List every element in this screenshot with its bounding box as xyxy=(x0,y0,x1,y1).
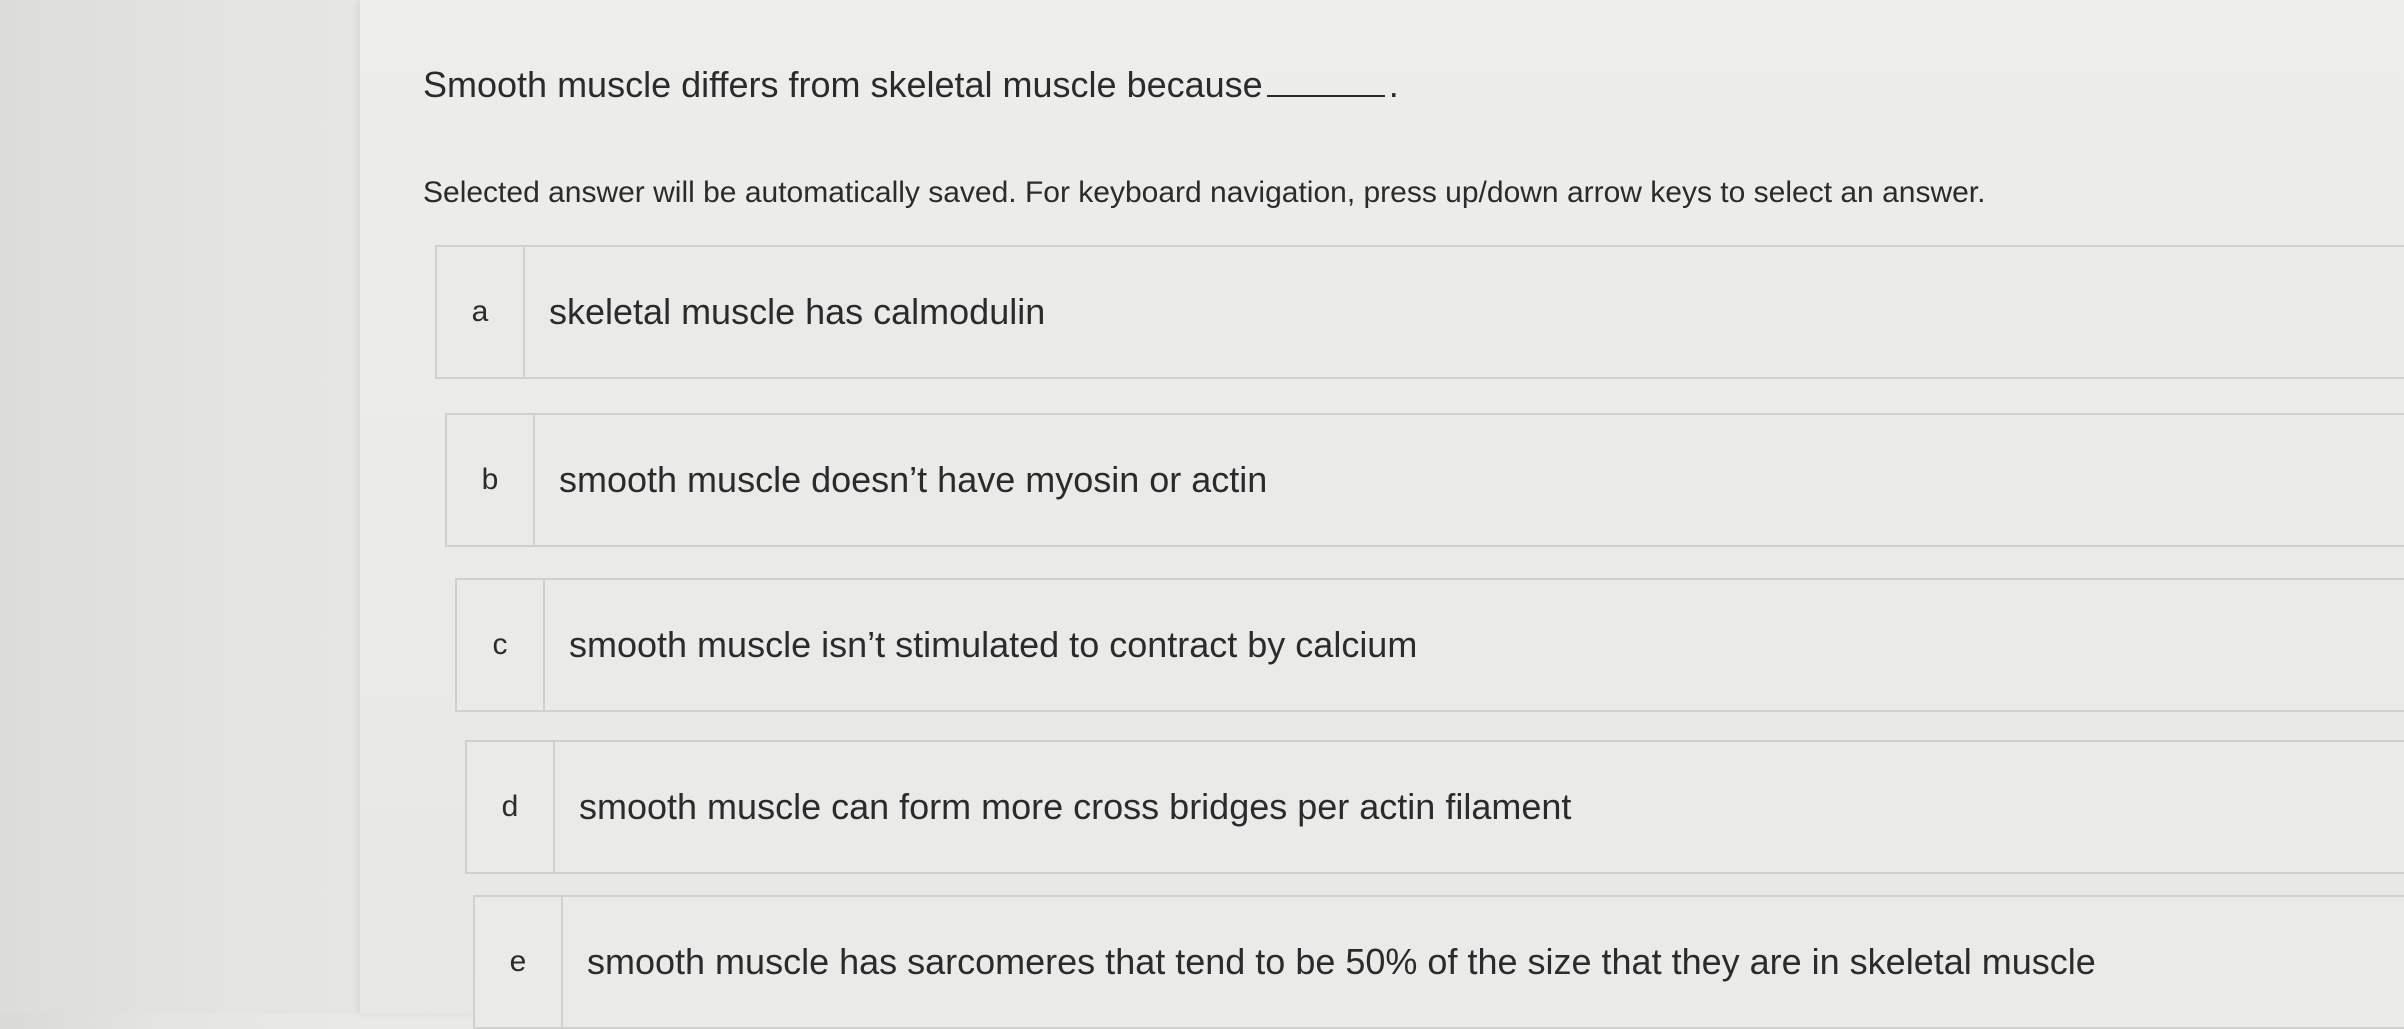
instructions-text: Selected answer will be automatically sa… xyxy=(423,176,1986,209)
option-text: smooth muscle isn’t stimulated to contra… xyxy=(569,624,1418,665)
question-period: . xyxy=(1388,64,1399,105)
left-panel xyxy=(0,0,360,1014)
option-letter: c xyxy=(457,580,545,710)
question-prompt: Smooth muscle differs from skeletal musc… xyxy=(423,64,1399,106)
answer-option-c[interactable]: c smooth muscle isn’t stimulated to cont… xyxy=(455,578,2404,712)
option-text: smooth muscle has sarcomeres that tend t… xyxy=(587,941,2096,982)
answer-option-b[interactable]: b smooth muscle doesn’t have myosin or a… xyxy=(445,413,2404,547)
answer-option-a[interactable]: a skeletal muscle has calmodulin xyxy=(435,245,2404,379)
option-text: smooth muscle doesn’t have myosin or act… xyxy=(559,459,1268,500)
option-letter: b xyxy=(447,415,535,545)
question-text: Smooth muscle differs from skeletal musc… xyxy=(423,64,1263,105)
option-text: smooth muscle can form more cross bridge… xyxy=(579,786,1572,827)
option-letter: d xyxy=(467,742,555,872)
answer-blank xyxy=(1266,65,1385,97)
option-letter: a xyxy=(437,247,525,377)
answer-option-e[interactable]: e smooth muscle has sarcomeres that tend… xyxy=(473,895,2404,1029)
answer-option-d[interactable]: d smooth muscle can form more cross brid… xyxy=(465,740,2404,874)
option-letter: e xyxy=(475,897,563,1027)
option-text: skeletal muscle has calmodulin xyxy=(549,291,1046,332)
